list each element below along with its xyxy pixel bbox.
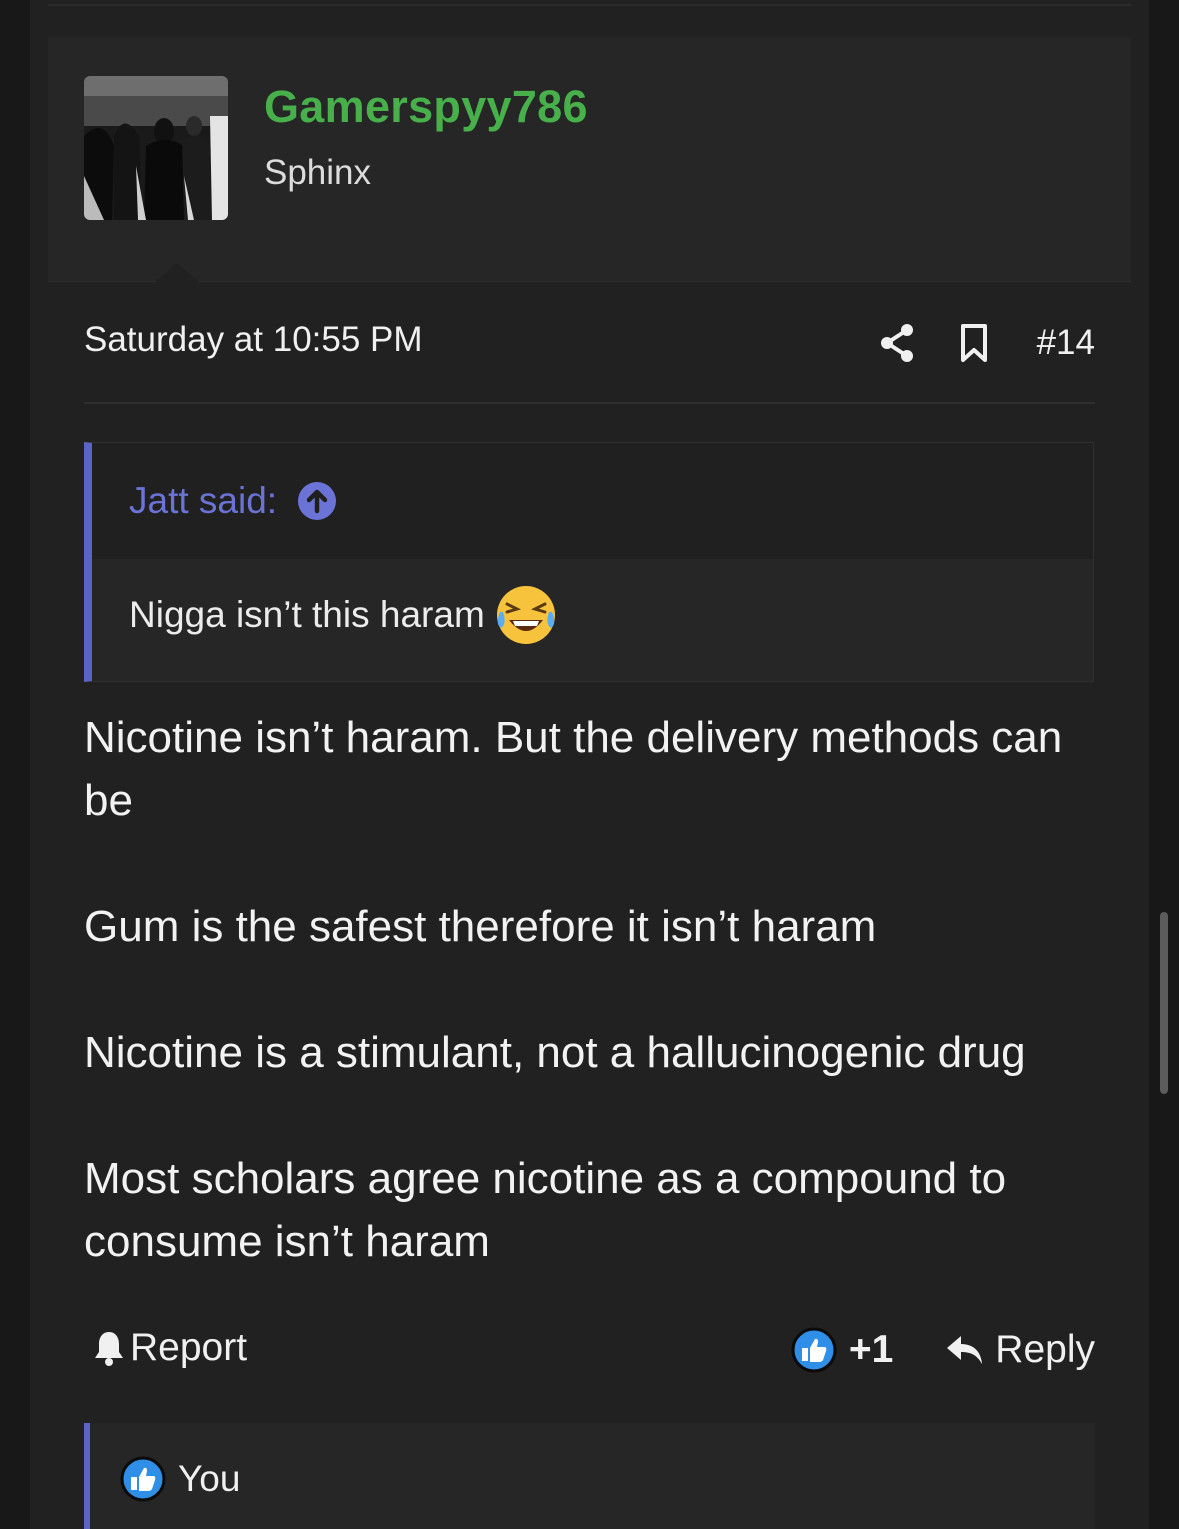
post-paragraph: Nicotine is a stimulant, not a hallucino… — [84, 1028, 1026, 1077]
post-number-link[interactable]: #14 — [1037, 323, 1095, 363]
post-paragraph: Most scholars agree nicotine as a compou… — [84, 1154, 1007, 1266]
avatar-photo-icon — [84, 76, 228, 220]
quote-header: Jatt said: — [92, 443, 1093, 559]
quote-author-label: Jatt said: — [129, 480, 278, 521]
page: Gamerspyy786 Sphinx Saturday at 10:55 PM… — [0, 0, 1179, 1529]
divider — [84, 402, 1095, 404]
laughing-crying-emoji-icon — [496, 586, 555, 644]
arrow-up-circle-icon[interactable] — [297, 481, 337, 521]
username[interactable]: Gamerspyy786 — [264, 81, 588, 133]
user-block: Gamerspyy786 Sphinx — [48, 37, 1131, 282]
report-button[interactable]: Report — [92, 1326, 247, 1370]
reaction-controls: +1 Reply — [791, 1322, 1095, 1378]
post-actions: #14 — [879, 318, 1095, 368]
quote-text: Nigga isn’t this haram — [129, 594, 485, 635]
divider — [48, 4, 1131, 6]
quote-block: Jatt said: Nigga isn’t this haram — [84, 442, 1094, 682]
quote-author-link[interactable]: Jatt said: — [129, 480, 337, 522]
user-block-pointer — [155, 263, 199, 282]
post-paragraph: Gum is the safest therefore it isn’t har… — [84, 902, 877, 951]
post-footer: Report +1 Reply — [84, 1322, 1095, 1378]
reactions-bar[interactable]: You — [84, 1423, 1095, 1529]
reply-icon[interactable] — [945, 1332, 985, 1368]
post-container: Gamerspyy786 Sphinx Saturday at 10:55 PM… — [30, 0, 1149, 1529]
scrollbar[interactable] — [1160, 912, 1168, 1094]
reactions-user-label[interactable]: You — [178, 1458, 240, 1500]
user-title: Sphinx — [264, 153, 372, 192]
quote-body: Nigga isn’t this haram — [129, 584, 557, 646]
like-icon[interactable] — [791, 1327, 837, 1373]
post-paragraph: Nicotine isn’t haram. But the delivery m… — [84, 713, 1063, 825]
avatar[interactable] — [84, 76, 228, 220]
like-count[interactable]: +1 — [849, 1328, 893, 1372]
bell-icon — [95, 1332, 123, 1366]
report-label: Report — [130, 1326, 248, 1369]
post-date[interactable]: Saturday at 10:55 PM — [84, 320, 423, 360]
bookmark-icon[interactable] — [959, 323, 989, 363]
share-icon[interactable] — [879, 323, 915, 363]
reply-button[interactable]: Reply — [995, 1328, 1095, 1372]
post-meta: Saturday at 10:55 PM #14 — [84, 318, 1095, 368]
like-icon — [120, 1456, 166, 1502]
reactions-summary: You — [120, 1456, 240, 1502]
